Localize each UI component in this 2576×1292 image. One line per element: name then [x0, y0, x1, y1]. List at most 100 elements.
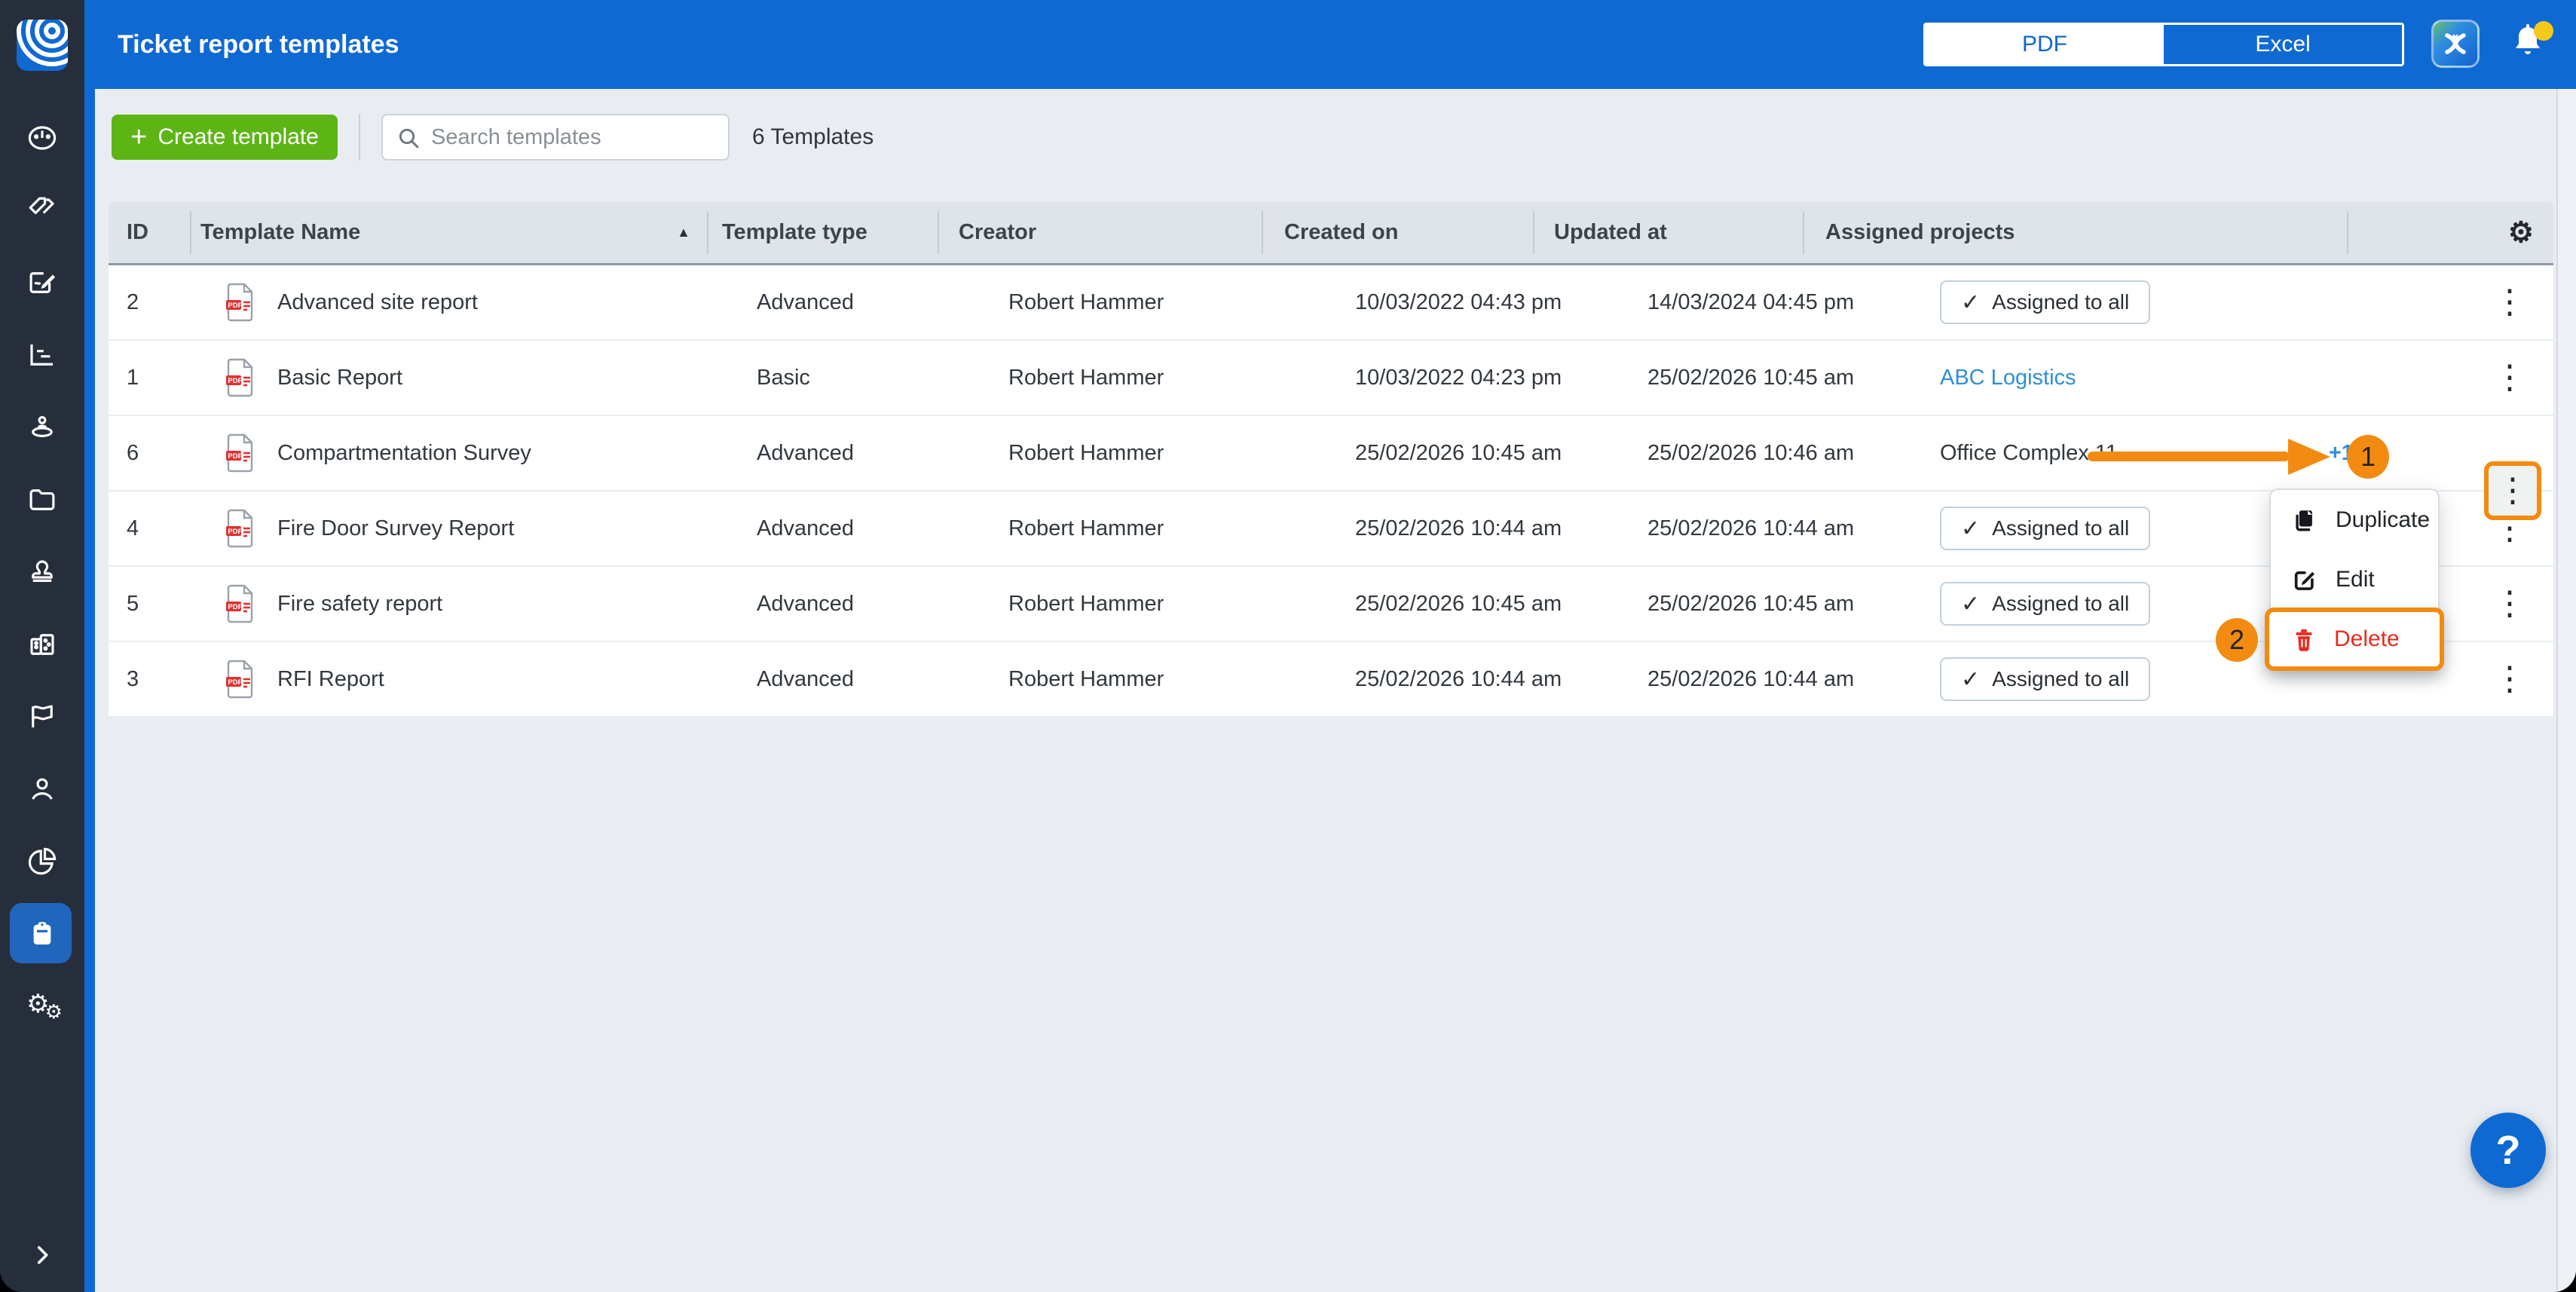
column-settings[interactable]: ⚙: [2347, 202, 2553, 263]
sidebar-item-stamp[interactable]: [0, 536, 84, 608]
column-header-template-type[interactable]: Template type: [707, 202, 938, 263]
assigned-to-all-badge[interactable]: ✓Assigned to all: [1940, 280, 2150, 324]
sidebar-item-flags[interactable]: [0, 681, 84, 753]
form-signature-icon: [26, 267, 58, 299]
sidebar-item-users[interactable]: [0, 753, 84, 825]
cell-template-type: Advanced: [742, 516, 987, 541]
toggle-excel[interactable]: Excel: [2164, 25, 2402, 64]
cell-updated-at: 14/03/2024 04:45 pm: [1626, 290, 1917, 315]
toggle-pdf[interactable]: PDF: [1926, 25, 2164, 64]
table-row: 1 PDF Basic Report Basic Robert Hammer 1…: [109, 341, 2553, 416]
column-header-id[interactable]: ID: [109, 202, 190, 263]
menu-item-duplicate[interactable]: Duplicate: [2271, 490, 2438, 550]
app-switcher-button[interactable]: [2431, 20, 2480, 68]
sidebar-item-tags[interactable]: [0, 174, 84, 246]
cell-template-name: PDF Compartmentation Survey: [208, 433, 742, 473]
scrollbar-track[interactable]: [2556, 89, 2576, 1292]
sidebar-item-projects[interactable]: [0, 464, 84, 536]
export-format-toggle: PDF Excel: [1923, 23, 2404, 66]
cell-created-on: 10/03/2022 04:43 pm: [1332, 290, 1626, 315]
duplicate-icon: [2292, 507, 2317, 533]
table-row: 5 PDF Fire safety report Advanced Robert…: [109, 567, 2553, 642]
check-icon: ✓: [1961, 516, 1980, 542]
cell-template-type: Basic: [742, 366, 987, 390]
column-divider: [707, 211, 708, 254]
buildings-icon: [26, 629, 58, 660]
pdf-file-icon: PDF: [225, 660, 255, 699]
folder-icon: [26, 484, 58, 516]
row-actions-kebab[interactable]: ⋮: [2486, 361, 2534, 394]
column-header-updated-at[interactable]: Updated at: [1533, 202, 1803, 263]
person-pin-icon: [26, 412, 58, 443]
cell-id: 2: [109, 290, 208, 315]
svg-text:PDF: PDF: [228, 603, 242, 611]
annotation-arrow: [2088, 452, 2290, 461]
table-header-row: ID Template Name▲ Template type Creator …: [109, 202, 2553, 265]
sidebar-item-dashboard[interactable]: [0, 102, 84, 174]
help-button[interactable]: ?: [2470, 1113, 2546, 1188]
sidebar-item-settings[interactable]: ⚙⚙: [0, 970, 84, 1042]
menu-item-edit[interactable]: Edit: [2271, 550, 2438, 609]
cell-created-on: 25/02/2026 10:45 am: [1332, 441, 1626, 466]
flag-icon: [26, 701, 58, 733]
row-actions-kebab[interactable]: ⋮: [2489, 474, 2537, 507]
cell-updated-at: 25/02/2026 10:44 am: [1626, 667, 1917, 692]
search-input[interactable]: [381, 114, 730, 161]
cell-template-name: PDF Fire safety report: [208, 584, 742, 623]
cell-creator: Robert Hammer: [987, 667, 1332, 692]
svg-text:PDF: PDF: [228, 452, 242, 461]
column-header-created-on[interactable]: Created on: [1262, 202, 1533, 263]
user-icon: [26, 773, 58, 805]
pdf-file-icon: PDF: [225, 433, 255, 473]
app-logo[interactable]: [17, 20, 68, 71]
svg-text:PDF: PDF: [228, 302, 242, 310]
sidebar-collapse-button[interactable]: [0, 1229, 84, 1281]
column-header-template-name[interactable]: Template Name▲: [190, 202, 707, 263]
row-actions-kebab[interactable]: ⋮: [2486, 663, 2534, 696]
toolbar-divider: [359, 114, 360, 161]
cell-created-on: 25/02/2026 10:45 am: [1332, 592, 1626, 617]
menu-item-delete[interactable]: Delete: [2265, 608, 2444, 671]
assigned-to-all-badge[interactable]: ✓Assigned to all: [1940, 507, 2150, 550]
sidebar-nav: ⚙⚙: [0, 102, 84, 1042]
clipboard-icon: [26, 918, 58, 950]
row-actions-kebab[interactable]: ⋮: [2486, 286, 2534, 319]
sidebar-item-reports[interactable]: [0, 319, 84, 391]
create-template-button[interactable]: + Create template: [112, 115, 338, 160]
assigned-to-all-badge[interactable]: ✓Assigned to all: [1940, 657, 2150, 701]
check-icon: ✓: [1961, 666, 1980, 693]
column-divider: [1262, 211, 1263, 254]
cell-template-type: Advanced: [742, 290, 987, 315]
sidebar-item-company[interactable]: [0, 608, 84, 681]
svg-text:PDF: PDF: [228, 528, 242, 536]
highlighted-kebab-button[interactable]: ⋮: [2484, 461, 2541, 520]
cell-creator: Robert Hammer: [987, 516, 1332, 541]
cell-created-on: 10/03/2022 04:23 pm: [1332, 366, 1626, 390]
table-row: 3 PDF RFI Report Advanced Robert Hammer …: [109, 642, 2553, 718]
table-row: 4 PDF Fire Door Survey Report Advanced R…: [109, 491, 2553, 567]
assigned-to-all-badge[interactable]: ✓Assigned to all: [1940, 582, 2150, 626]
app-window: ⚙⚙ Ticket report templates PDF Excel: [0, 0, 2576, 1292]
sidebar-item-site-induction[interactable]: [0, 391, 84, 464]
sidebar-item-templates[interactable]: [0, 898, 84, 970]
column-divider: [1533, 211, 1534, 254]
cell-template-type: Advanced: [742, 441, 987, 466]
gear-icon[interactable]: ⚙: [2508, 216, 2534, 250]
column-header-creator[interactable]: Creator: [938, 202, 1262, 263]
templates-toolbar: + Create template 6 Templates: [112, 113, 873, 161]
sidebar-item-forms[interactable]: [0, 246, 84, 319]
cell-created-on: 25/02/2026 10:44 am: [1332, 516, 1626, 541]
column-header-assigned-projects[interactable]: Assigned projects: [1803, 202, 2347, 263]
trash-icon: [2292, 626, 2316, 652]
assigned-project-link[interactable]: ABC Logistics: [1940, 366, 2076, 390]
templates-count: 6 Templates: [752, 124, 873, 150]
sidebar-item-analytics[interactable]: [0, 825, 84, 898]
cell-template-type: Advanced: [742, 592, 987, 617]
cell-creator: Robert Hammer: [987, 592, 1332, 617]
notifications-button[interactable]: [2510, 21, 2555, 71]
edit-icon: [2292, 567, 2317, 592]
row-actions-kebab[interactable]: ⋮: [2486, 587, 2534, 620]
notification-dot: [2534, 21, 2553, 41]
pdf-file-icon: PDF: [225, 283, 255, 322]
content-area: + Create template 6 Templates ID Templat…: [95, 89, 2576, 1292]
